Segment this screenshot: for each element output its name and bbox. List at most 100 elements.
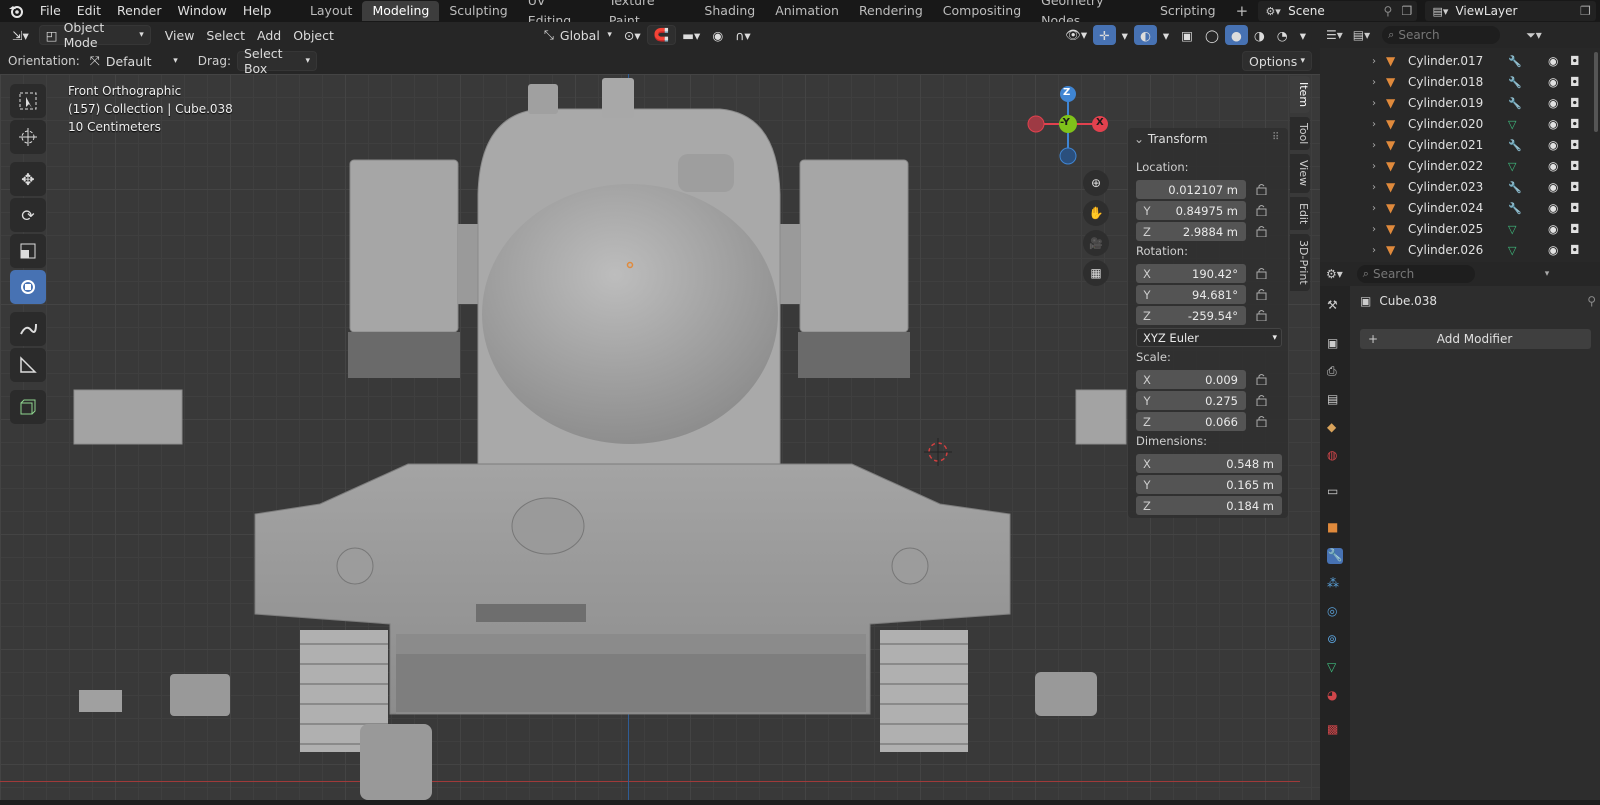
- eye-icon[interactable]: ◉: [1548, 96, 1570, 110]
- blender-logo-icon[interactable]: [0, 4, 32, 18]
- object-props-icon[interactable]: ■: [1327, 520, 1343, 536]
- rotate-tool-icon[interactable]: ⟳: [10, 198, 46, 232]
- tool-props-icon[interactable]: ⚒: [1327, 298, 1343, 314]
- scale-x-field[interactable]: X 0.009: [1136, 370, 1246, 389]
- camera-render-icon[interactable]: ◘: [1570, 117, 1588, 131]
- eye-icon[interactable]: ◉: [1548, 243, 1570, 257]
- menu-select[interactable]: Select: [200, 25, 251, 45]
- rotation-y-field[interactable]: Y 94.681°: [1136, 285, 1246, 304]
- render-props-icon[interactable]: ▣: [1327, 336, 1343, 352]
- lock-icon[interactable]: [1256, 415, 1270, 428]
- zoom-icon[interactable]: ⊕: [1083, 170, 1109, 196]
- menu-help[interactable]: Help: [235, 0, 280, 22]
- gizmo-toggle-icon[interactable]: ✛: [1093, 25, 1116, 45]
- lock-icon[interactable]: [1256, 183, 1270, 196]
- solid-shading-icon[interactable]: ●: [1224, 25, 1248, 45]
- view-layer-selector[interactable]: ▤▾ ViewLayer ❐: [1425, 1, 1597, 21]
- pin-icon[interactable]: ⚲: [1587, 294, 1596, 308]
- lock-icon[interactable]: [1256, 394, 1270, 407]
- data-props-icon[interactable]: ▽: [1327, 660, 1343, 676]
- proportional-edit-icon[interactable]: ◉: [706, 25, 729, 45]
- modifier-wrench-icon[interactable]: 🔧: [1508, 55, 1548, 68]
- eye-icon[interactable]: ◉: [1548, 54, 1570, 68]
- expand-chevron-icon[interactable]: ›: [1372, 56, 1386, 67]
- outliner-row[interactable]: › ▼ Cylinder.021 🔧 ◉ ◘: [1320, 135, 1600, 155]
- eye-icon[interactable]: ◉: [1548, 180, 1570, 194]
- pivot-point-icon[interactable]: ⊙▾: [618, 25, 647, 45]
- cursor-tool-icon[interactable]: [10, 120, 46, 154]
- outliner-row[interactable]: › ▼ Cylinder.017 🔧 ◉ ◘: [1320, 51, 1600, 71]
- chevron-down-icon[interactable]: ▾: [1545, 269, 1550, 279]
- transform-orientation-dropdown[interactable]: ⤡ Global ▾: [538, 25, 618, 45]
- eye-icon[interactable]: ◉: [1548, 159, 1570, 173]
- camera-render-icon[interactable]: ◘: [1570, 201, 1588, 215]
- overlay-dropdown-icon[interactable]: ▾: [1157, 25, 1175, 45]
- expand-chevron-icon[interactable]: ›: [1372, 182, 1386, 193]
- scene-selector[interactable]: ⚙▾ Scene ⚲ ❐: [1258, 1, 1418, 21]
- orientation-dropdown[interactable]: ⤧ Default ▾: [84, 51, 184, 71]
- tab-modeling[interactable]: Modeling: [362, 1, 440, 21]
- tab-item[interactable]: Item: [1290, 76, 1310, 114]
- rendered-shading-icon[interactable]: ◔: [1271, 25, 1294, 45]
- texture-props-icon[interactable]: ▩: [1327, 722, 1343, 738]
- modifier-props-icon[interactable]: 🔧: [1327, 548, 1343, 564]
- camera-view-icon[interactable]: 🎥: [1083, 230, 1109, 256]
- tab-scripting[interactable]: Scripting: [1150, 1, 1226, 21]
- gizmo-dropdown-icon[interactable]: ▾: [1116, 25, 1134, 45]
- output-props-icon[interactable]: ⎙: [1327, 364, 1343, 380]
- outliner-scrollbar[interactable]: [1594, 52, 1598, 132]
- tab-tool[interactable]: Tool: [1290, 117, 1310, 151]
- mesh-data-icon[interactable]: ▽: [1508, 160, 1548, 173]
- transform-panel-header[interactable]: ⌄ Transform: [1134, 132, 1208, 146]
- scene-props-icon[interactable]: ◆: [1327, 420, 1343, 436]
- tab-edit[interactable]: Edit: [1290, 196, 1310, 230]
- 3d-viewport[interactable]: Front Orthographic (157) Collection | Cu…: [0, 48, 1320, 800]
- tank-model[interactable]: [0, 74, 1320, 800]
- drag-dropdown[interactable]: Select Box ▾: [236, 46, 317, 76]
- visibility-icon[interactable]: 👁▾: [1059, 25, 1093, 45]
- modifier-wrench-icon[interactable]: 🔧: [1508, 139, 1548, 152]
- menu-add[interactable]: Add: [251, 25, 287, 45]
- tab-shading[interactable]: Shading: [694, 1, 765, 21]
- outliner-row[interactable]: › ▼ Cylinder.020 ▽ ◉ ◘: [1320, 114, 1600, 134]
- lock-icon[interactable]: [1256, 309, 1270, 322]
- add-workspace-icon[interactable]: +: [1226, 1, 1259, 21]
- camera-render-icon[interactable]: ◘: [1570, 138, 1588, 152]
- modifier-wrench-icon[interactable]: 🔧: [1508, 181, 1548, 194]
- location-y-field[interactable]: Y 0.84975 m: [1136, 201, 1246, 220]
- expand-chevron-icon[interactable]: ›: [1372, 77, 1386, 88]
- menu-edit[interactable]: Edit: [69, 0, 109, 22]
- tab-sculpting[interactable]: Sculpting: [439, 1, 517, 21]
- dimensions-z-field[interactable]: Z 0.184 m: [1136, 496, 1282, 515]
- lock-icon[interactable]: [1256, 225, 1270, 238]
- menu-render[interactable]: Render: [109, 0, 170, 22]
- filter-icon[interactable]: ⏷▾: [1526, 28, 1542, 43]
- menu-view[interactable]: View: [159, 25, 201, 45]
- tab-view[interactable]: View: [1290, 154, 1310, 193]
- camera-render-icon[interactable]: ◘: [1570, 75, 1588, 89]
- drag-handle-icon[interactable]: ⠿: [1272, 132, 1279, 143]
- eye-icon[interactable]: ◉: [1548, 138, 1570, 152]
- tab-rendering[interactable]: Rendering: [849, 1, 933, 21]
- scale-z-field[interactable]: Z 0.066: [1136, 412, 1246, 431]
- outliner-row[interactable]: › ▼ Cylinder.018 🔧 ◉ ◘: [1320, 72, 1600, 92]
- outliner-row[interactable]: › ▼ Cylinder.019 🔧 ◉ ◘: [1320, 93, 1600, 113]
- properties-search[interactable]: ⌕ Search: [1356, 265, 1475, 283]
- expand-chevron-icon[interactable]: ›: [1372, 245, 1386, 256]
- tab-compositing[interactable]: Compositing: [933, 1, 1031, 21]
- physics-props-icon[interactable]: ◎: [1327, 604, 1343, 620]
- snap-toggle-icon[interactable]: 🧲: [646, 25, 677, 45]
- measure-tool-icon[interactable]: [10, 348, 46, 382]
- menu-file[interactable]: File: [32, 0, 69, 22]
- ortho-grid-icon[interactable]: ▦: [1083, 260, 1109, 286]
- rotation-z-field[interactable]: Z -259.54°: [1136, 306, 1246, 325]
- outliner-row[interactable]: › ▼ Cylinder.024 🔧 ◉ ◘: [1320, 198, 1600, 218]
- mode-selector[interactable]: ◰ Object Mode ▾: [38, 20, 151, 50]
- eye-icon[interactable]: ◉: [1548, 75, 1570, 89]
- modifier-wrench-icon[interactable]: 🔧: [1508, 76, 1548, 89]
- menu-window[interactable]: Window: [170, 0, 235, 22]
- expand-chevron-icon[interactable]: ›: [1372, 203, 1386, 214]
- constraints-props-icon[interactable]: ⊚: [1327, 632, 1343, 648]
- collection-props-icon[interactable]: ▭: [1327, 484, 1343, 500]
- lock-icon[interactable]: [1256, 288, 1270, 301]
